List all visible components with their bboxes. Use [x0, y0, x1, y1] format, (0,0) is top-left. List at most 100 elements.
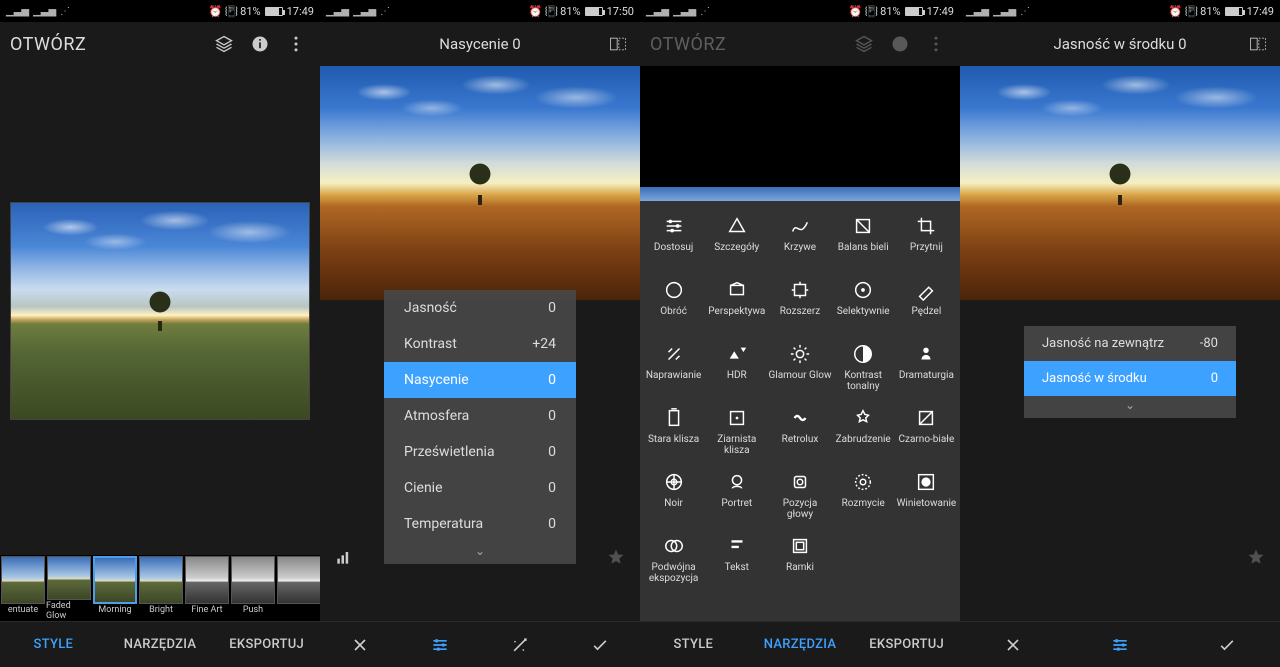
- tab-export[interactable]: EKSPORTUJ: [853, 637, 960, 652]
- wifi-icon: ⋰: [1020, 6, 1030, 17]
- battery-icon: [1225, 7, 1243, 16]
- tool-item[interactable]: Winietowanie: [895, 471, 958, 529]
- layers-icon[interactable]: [850, 30, 878, 58]
- panel-home: ▁▃▅ ▁▃▅ ⋰ ⏰ 📳 81% 17:49 OTWÓRZ entuate F: [0, 0, 320, 667]
- tool-item[interactable]: Kontrast tonalny: [832, 343, 895, 401]
- cancel-icon[interactable]: [346, 631, 374, 659]
- slider-row[interactable]: Jasność na zewnątrz-80: [1024, 326, 1236, 361]
- chevron-down-icon: ⌄: [1024, 396, 1236, 418]
- clock-text: 17:50: [607, 5, 634, 18]
- slider-row[interactable]: Cienie0: [384, 470, 576, 506]
- slider-row[interactable]: Atmosfera0: [384, 398, 576, 434]
- tool-item[interactable]: Obróć: [642, 279, 705, 337]
- tool-item[interactable]: Selektywnie: [832, 279, 895, 337]
- tool-item[interactable]: Krzywe: [768, 215, 831, 273]
- info-icon[interactable]: [886, 30, 914, 58]
- open-button[interactable]: OTWÓRZ: [10, 34, 202, 55]
- style-thumb[interactable]: Fine Art: [184, 555, 230, 621]
- tool-item[interactable]: Zabrudzenie: [832, 407, 895, 465]
- tool-item[interactable]: Glamour Glow: [768, 343, 831, 401]
- compare-icon[interactable]: [1244, 30, 1272, 58]
- slider-panel[interactable]: Jasność na zewnątrz-80 Jasność w środku0…: [1024, 326, 1236, 418]
- style-thumb[interactable]: [276, 555, 322, 621]
- star-icon[interactable]: [602, 543, 630, 571]
- histogram-icon[interactable]: [330, 543, 358, 571]
- battery-icon: [585, 7, 603, 16]
- style-thumb[interactable]: Morning: [92, 555, 138, 621]
- battery-text: 81%: [1200, 5, 1220, 18]
- open-button[interactable]: OTWÓRZ: [650, 34, 842, 55]
- magic-icon[interactable]: [506, 631, 534, 659]
- tool-item[interactable]: Dostosuj: [642, 215, 705, 273]
- tool-item[interactable]: Portret: [705, 471, 768, 529]
- tab-tools[interactable]: NARZĘDZIA: [107, 637, 214, 652]
- slider-row[interactable]: Jasność0: [384, 290, 576, 326]
- tool-item[interactable]: Rozszerz: [768, 279, 831, 337]
- tab-style[interactable]: STYLE: [0, 637, 107, 652]
- wifi-icon: ⋰: [700, 6, 710, 17]
- tool-item[interactable]: Perspektywa: [705, 279, 768, 337]
- style-thumb[interactable]: Push: [230, 555, 276, 621]
- cancel-icon[interactable]: [999, 631, 1027, 659]
- image-canvas[interactable]: [0, 66, 320, 555]
- tool-item[interactable]: Tekst: [705, 535, 768, 593]
- tool-item[interactable]: Rozmycie: [832, 471, 895, 529]
- slider-row[interactable]: Temperatura0: [384, 506, 576, 542]
- signal-icon: ▁▃▅: [646, 6, 669, 17]
- tool-item[interactable]: Pozycja głowy: [768, 471, 831, 529]
- tool-item[interactable]: Podwójna ekspozycja: [642, 535, 705, 593]
- tool-item[interactable]: Dramaturgia: [895, 343, 958, 401]
- tool-item[interactable]: Stara klisza: [642, 407, 705, 465]
- image-canvas[interactable]: Jasność0 Kontrast+24 Nasycenie0 Atmosfer…: [320, 66, 640, 621]
- tool-item[interactable]: Ramki: [768, 535, 831, 593]
- tool-item[interactable]: Czarno-białe: [895, 407, 958, 465]
- slider-row[interactable]: Kontrast+24: [384, 326, 576, 362]
- tool-item[interactable]: Noir: [642, 471, 705, 529]
- style-filmstrip[interactable]: entuate Faded Glow Morning Bright Fine A…: [0, 555, 320, 621]
- tab-style[interactable]: STYLE: [640, 637, 747, 652]
- slider-panel[interactable]: Jasność0 Kontrast+24 Nasycenie0 Atmosfer…: [384, 290, 576, 564]
- alarm-icon: ⏰: [209, 5, 223, 18]
- confirm-icon[interactable]: [586, 631, 614, 659]
- vibrate-icon: 📳: [224, 5, 238, 18]
- menu-icon[interactable]: [922, 30, 950, 58]
- sliders-icon[interactable]: [426, 631, 454, 659]
- sliders-icon[interactable]: [1106, 631, 1134, 659]
- tab-export[interactable]: EKSPORTUJ: [213, 637, 320, 652]
- confirm-icon[interactable]: [1213, 631, 1241, 659]
- menu-icon[interactable]: [282, 30, 310, 58]
- style-thumb[interactable]: entuate: [0, 555, 46, 621]
- compare-icon[interactable]: [604, 30, 632, 58]
- alarm-icon: ⏰: [849, 5, 863, 18]
- tool-item[interactable]: Szczegóły: [705, 215, 768, 273]
- style-thumb[interactable]: Bright: [138, 555, 184, 621]
- tool-item[interactable]: Retrolux: [768, 407, 831, 465]
- panel-tune: ▁▃▅ ▁▃▅ ⋰ ⏰ 📳 81% 17:50 Nasycenie 0 Jasn…: [320, 0, 640, 667]
- image-canvas[interactable]: Jasność na zewnątrz-80 Jasność w środku0…: [960, 66, 1280, 621]
- tab-tools[interactable]: NARZĘDZIA: [747, 637, 854, 652]
- bottom-tabs: STYLE NARZĘDZIA EKSPORTUJ: [0, 621, 320, 667]
- app-bar: OTWÓRZ: [0, 22, 320, 66]
- editor-bar: [960, 621, 1280, 667]
- tool-item[interactable]: Pędzel: [895, 279, 958, 337]
- info-icon[interactable]: [246, 30, 274, 58]
- adjustment-title: Nasycenie 0: [320, 22, 640, 66]
- layers-icon[interactable]: [210, 30, 238, 58]
- chevron-down-icon: ⌄: [384, 542, 576, 564]
- tool-item[interactable]: Ziarnista klisza: [705, 407, 768, 465]
- vibrate-icon: 📳: [864, 5, 878, 18]
- slider-row[interactable]: Nasycenie0: [384, 362, 576, 398]
- slider-row[interactable]: Prześwietlenia0: [384, 434, 576, 470]
- battery-icon: [905, 7, 923, 16]
- tool-item[interactable]: HDR: [705, 343, 768, 401]
- tool-item[interactable]: Naprawianie: [642, 343, 705, 401]
- star-icon[interactable]: [1242, 543, 1270, 571]
- style-thumb[interactable]: Faded Glow: [46, 555, 92, 621]
- battery-icon: [265, 7, 283, 16]
- tools-sheet[interactable]: DostosujSzczegółyKrzyweBalans bieliPrzyt…: [640, 201, 960, 621]
- app-bar: OTWÓRZ: [640, 22, 960, 66]
- tool-item[interactable]: Przytnij: [895, 215, 958, 273]
- slider-row[interactable]: Jasność w środku0: [1024, 361, 1236, 396]
- photo-preview: [960, 66, 1280, 300]
- tool-item[interactable]: Balans bieli: [832, 215, 895, 273]
